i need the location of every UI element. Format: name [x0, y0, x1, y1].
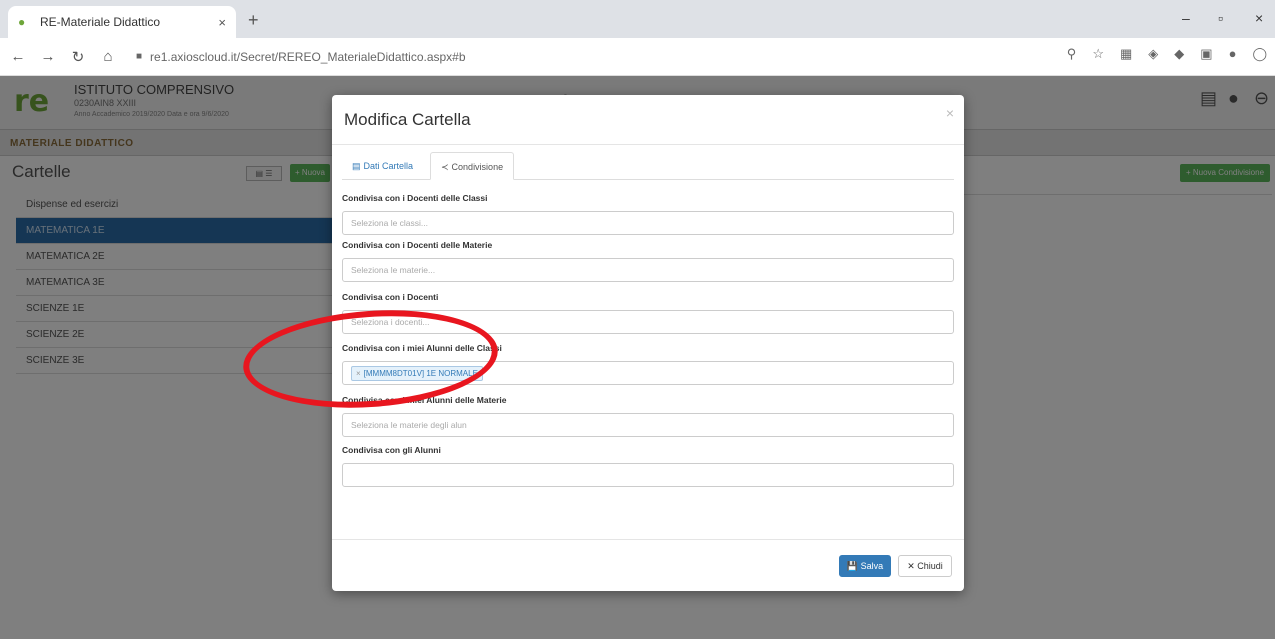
share-students-field: Condivisa con gli Alunni	[342, 445, 954, 487]
modal-header: Modifica Cartella ×	[332, 95, 964, 145]
class-tag-label: [MMMM8DT01V] 1E NORMALE	[363, 369, 478, 378]
class-tag[interactable]: × [MMMM8DT01V] 1E NORMALE	[351, 366, 483, 381]
share-teachers-field: Condivisa con i Docenti Seleziona i doce…	[342, 292, 954, 334]
modal-tabs: ▤ Dati Cartella ≺ Condivisione	[342, 152, 954, 180]
address-bar[interactable]: ■ re1.axioscloud.it/Secret/REREO_Materia…	[128, 43, 1088, 71]
site-favicon-icon: ●	[18, 15, 26, 29]
zoom-icon[interactable]: ⚲	[1067, 46, 1077, 62]
modal-footer: 💾 Salva ✕ Chiudi	[332, 539, 964, 591]
field-label: Condivisa con i Docenti delle Materie	[342, 240, 493, 250]
folder-icon: ▤	[352, 161, 361, 171]
field-label: Condivisa con i miei Alunni delle Materi…	[342, 395, 507, 405]
field-label: Condivisa con i miei Alunni delle Classi	[342, 343, 502, 353]
tab-label: Condivisione	[451, 162, 504, 172]
share-students-subjects-input[interactable]: Seleziona le materie degli alun	[342, 413, 954, 437]
field-label: Condivisa con i Docenti	[342, 292, 439, 302]
tab-title: RE-Materiale Didattico	[40, 15, 161, 29]
minimize-button[interactable]: –	[1182, 10, 1190, 26]
field-label: Condivisa con i Docenti delle Classi	[342, 193, 488, 203]
share-teachers-classes-field: Condivisa con i Docenti delle Classi Sel…	[342, 193, 954, 235]
extension-icon[interactable]: ◆	[1174, 46, 1184, 62]
browser-tabbar: ● RE-Materiale Didattico × + – ▫ ×	[0, 0, 1275, 38]
share-students-classes-field: Condivisa con i miei Alunni delle Classi…	[342, 343, 954, 385]
share-teachers-classes-input[interactable]: Seleziona le classi...	[342, 211, 954, 235]
modal-title: Modifica Cartella	[344, 110, 471, 129]
reload-icon[interactable]: ↻	[66, 48, 90, 66]
browser-tab[interactable]: ● RE-Materiale Didattico ×	[8, 6, 236, 38]
tab-label: Dati Cartella	[363, 161, 414, 171]
extension-icon[interactable]: ▦	[1120, 46, 1132, 62]
lock-icon: ■	[136, 51, 143, 62]
maximize-button[interactable]: ▫	[1218, 10, 1223, 26]
close-button[interactable]: ✕ Chiudi	[898, 555, 952, 577]
save-button[interactable]: 💾 Salva	[839, 555, 891, 577]
tab-sharing[interactable]: ≺ Condivisione	[430, 152, 515, 180]
extension-icon[interactable]: ◈	[1148, 46, 1158, 62]
share-teachers-subjects-field: Condivisa con i Docenti delle Materie Se…	[342, 240, 954, 282]
new-tab-button[interactable]: +	[248, 10, 259, 31]
share-icon: ≺	[441, 162, 449, 172]
tab-close-icon[interactable]: ×	[218, 15, 226, 30]
url-text: re1.axioscloud.it/Secret/REREO_Materiale…	[150, 49, 466, 64]
share-teachers-input[interactable]: Seleziona i docenti...	[342, 310, 954, 334]
extension-icon[interactable]: ●	[1229, 46, 1237, 62]
remove-tag-icon[interactable]: ×	[356, 369, 361, 378]
extension-icon[interactable]: ▣	[1200, 46, 1212, 62]
share-students-classes-input[interactable]: × [MMMM8DT01V] 1E NORMALE	[342, 361, 954, 385]
share-students-input[interactable]	[342, 463, 954, 487]
home-icon[interactable]: ⌂	[96, 48, 120, 65]
extension-icons: ⚲ ☆ ▦ ◈ ◆ ▣ ● ◯	[1067, 46, 1267, 62]
window-close-button[interactable]: ×	[1255, 10, 1263, 26]
forward-icon[interactable]: →	[36, 48, 60, 65]
tab-folder-data[interactable]: ▤ Dati Cartella	[342, 152, 423, 180]
modal-close-icon[interactable]: ×	[946, 105, 954, 121]
edit-folder-dialog: Modifica Cartella × ▤ Dati Cartella ≺ Cond…	[332, 95, 964, 591]
share-teachers-subjects-input[interactable]: Seleziona le materie...	[342, 258, 954, 282]
profile-icon[interactable]: ◯	[1252, 46, 1267, 62]
share-students-subjects-field: Condivisa con i miei Alunni delle Materi…	[342, 395, 954, 437]
bookmark-star-icon[interactable]: ☆	[1092, 46, 1104, 62]
back-icon[interactable]: ←	[6, 48, 30, 65]
field-label: Condivisa con gli Alunni	[342, 445, 441, 455]
